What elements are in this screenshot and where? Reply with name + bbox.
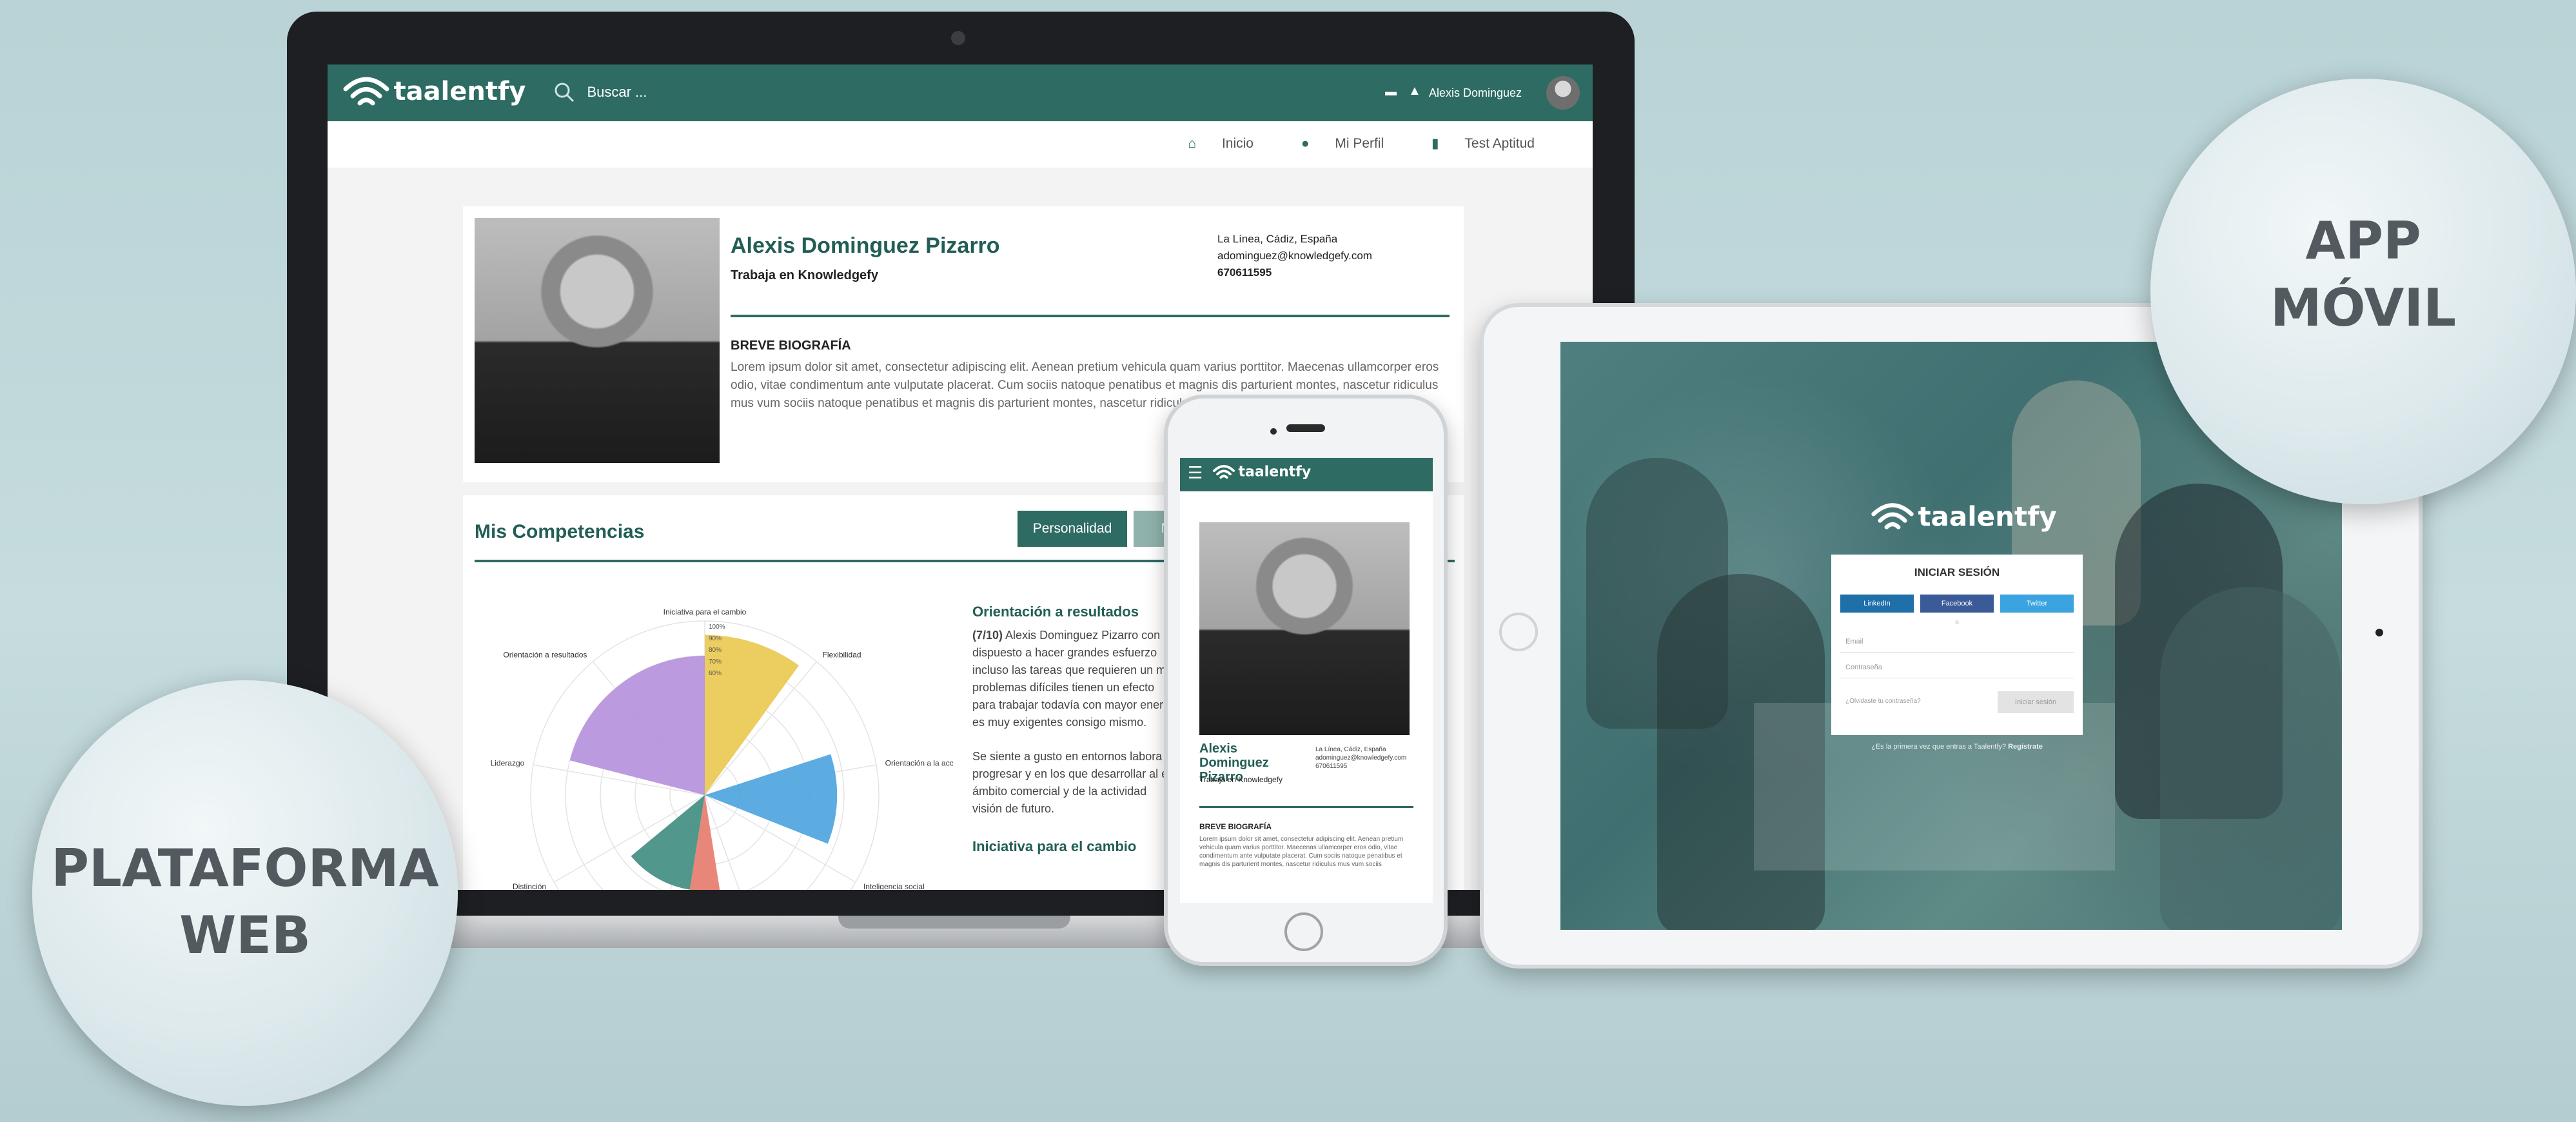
web-label-line2: WEB — [179, 905, 311, 965]
tab-personalidad[interactable]: Personalidad — [1018, 511, 1127, 547]
detail-text-1: (7/10) Alexis Dominguez Pizarro con disp… — [972, 629, 1173, 729]
bio-title: BREVE BIOGRAFÍA — [731, 339, 851, 353]
tablet-camera — [2375, 629, 2383, 636]
mobile-app-screen: ☰ taalentfy Alexis Dominguez Pizarro Tra… — [1180, 458, 1433, 903]
bar-chart-icon: ▮ — [1431, 136, 1443, 151]
profile-phone: 670611595 — [1217, 266, 1272, 279]
radar-axis-label: Orientación a la acción — [885, 759, 953, 768]
mobile-profile-contact: La Línea, Cádiz, España adominguez@knowl… — [1315, 746, 1407, 770]
wifi-logo-icon — [1871, 503, 1914, 529]
user-name[interactable]: Alexis Dominguez — [1429, 86, 1522, 100]
app-label-line1: APP — [2305, 211, 2421, 271]
mobile-profile-job: Trabaja en Knowledgefy — [1199, 775, 1283, 784]
radar-axis-label: Distinción — [513, 882, 546, 890]
password-field[interactable]: Contraseña — [1840, 656, 2074, 678]
radar-areas — [569, 635, 838, 890]
email-field[interactable]: Email — [1840, 631, 2074, 653]
radar-axis-label: Flexibilidad — [823, 650, 861, 659]
facebook-button[interactable]: Facebook — [1920, 595, 1994, 613]
mobile-logo: taalentfy — [1212, 463, 1311, 481]
login-button[interactable]: Iniciar sesión — [1998, 691, 2074, 713]
login-panel: INICIAR SESIÓN LinkedIn Facebook Twitter… — [1831, 555, 2083, 735]
register-line: ¿Es la primera vez que entras a Taalentf… — [1871, 743, 2043, 751]
profile-email[interactable]: adominguez@knowledgefy.com — [1217, 248, 1372, 264]
radar-tick-label: 70% — [709, 658, 722, 665]
radar-axis-label: Iniciativa para el cambio — [664, 607, 747, 616]
laptop-notch — [838, 916, 1070, 929]
home-icon: ⌂ — [1188, 136, 1200, 151]
radar-tick-label: 60% — [709, 670, 722, 677]
laptop-camera — [951, 31, 965, 45]
hamburger-menu-icon[interactable]: ☰ — [1188, 463, 1203, 483]
web-topbar: taalentfy Buscar ... ▬ ▲ Alexis Domingue… — [328, 64, 1593, 121]
brand-name: taalentfy — [1238, 464, 1312, 480]
radar-tick-label: 90% — [709, 635, 722, 642]
tablet-logo: taalentfy — [1870, 500, 2057, 533]
user-icon: ● — [1301, 136, 1313, 151]
radar-axis-label: Liderazgo — [491, 759, 525, 768]
phone-speaker — [1286, 424, 1325, 432]
wifi-logo-icon — [343, 77, 389, 106]
phone-home-button[interactable] — [1284, 912, 1323, 951]
radar-tick-label: 100% — [709, 624, 725, 631]
nav-inicio[interactable]: ⌂ Inicio — [1166, 136, 1254, 151]
competencias-title: Mis Competencias — [475, 521, 645, 542]
radar-sector — [569, 656, 705, 795]
profile-job: Trabaja en Knowledgefy — [731, 268, 878, 282]
nav-test-aptitud[interactable]: ▮ Test Aptitud — [1410, 136, 1535, 151]
phone-camera — [1270, 428, 1277, 435]
user-area: ▬ ▲ Alexis Dominguez — [1385, 76, 1585, 110]
detail-title-2: Iniciativa para el cambio — [972, 838, 1137, 854]
login-divider: o — [1955, 619, 1959, 626]
nav-mi-perfil[interactable]: ● Mi Perfil — [1279, 136, 1384, 151]
web-platform-badge: PLATAFORMA WEB — [32, 680, 458, 1106]
detail-score: (7/10) — [972, 629, 1003, 642]
mobile-bio-text: Lorem ipsum dolor sit amet, consectetur … — [1199, 836, 1404, 868]
web-logo[interactable]: taalentfy — [342, 74, 526, 112]
mobile-bio-title: BREVE BIOGRAFÍA — [1199, 822, 1272, 831]
background-person — [2160, 587, 2341, 930]
avatar[interactable] — [1546, 76, 1580, 110]
web-label-line1: PLATAFORMA — [51, 838, 439, 898]
brand-name: taalentfy — [393, 77, 526, 106]
mobile-profile-photo — [1199, 522, 1410, 735]
register-link[interactable]: Regístrate — [2008, 743, 2043, 751]
linkedin-button[interactable]: LinkedIn — [1840, 595, 1914, 613]
login-title: INICIAR SESIÓN — [1914, 566, 2000, 578]
app-label-line2: MÓVIL — [2270, 278, 2457, 338]
web-subnav: ⌂ Inicio ● Mi Perfil ▮ Test Aptitud — [328, 121, 1593, 168]
bell-icon[interactable]: ▲ — [1408, 84, 1421, 99]
forgot-password-link[interactable]: ¿Olvidaste tu contraseña? — [1845, 698, 1921, 705]
brand-name: taalentfy — [1918, 500, 2057, 533]
search-bar[interactable]: Buscar ... — [553, 81, 647, 103]
radar-tick-label: 80% — [709, 647, 722, 654]
detail-title: Orientación a resultados — [972, 604, 1139, 620]
app-movil-badge: APP MÓVIL — [2150, 79, 2576, 504]
wifi-logo-icon — [1212, 465, 1235, 479]
profile-location: La Línea, Cádiz, España — [1217, 233, 1338, 245]
mobile-topbar: ☰ taalentfy — [1180, 458, 1433, 491]
radar-axis-label: Inteligencia social — [863, 882, 925, 890]
detail-text-2: Se siente a gusto en entornos labora pro… — [972, 750, 1171, 815]
tablet-home-button[interactable] — [1499, 613, 1538, 651]
profile-name: Alexis Dominguez Pizarro — [731, 233, 1000, 258]
profile-divider — [731, 315, 1450, 317]
search-icon — [555, 83, 575, 103]
search-input[interactable]: Buscar ... — [587, 84, 647, 100]
mobile-divider — [1199, 806, 1413, 808]
profile-photo — [475, 218, 720, 463]
profile-contact: La Línea, Cádiz, España adominguez@knowl… — [1217, 231, 1372, 281]
chat-icon[interactable]: ▬ — [1385, 85, 1397, 99]
radar-axis-label: Orientación a resultados — [503, 650, 587, 659]
radar-chart: Iniciativa para el cambio Flexibilidad Ori… — [491, 607, 953, 890]
twitter-button[interactable]: Twitter — [2000, 595, 2074, 613]
